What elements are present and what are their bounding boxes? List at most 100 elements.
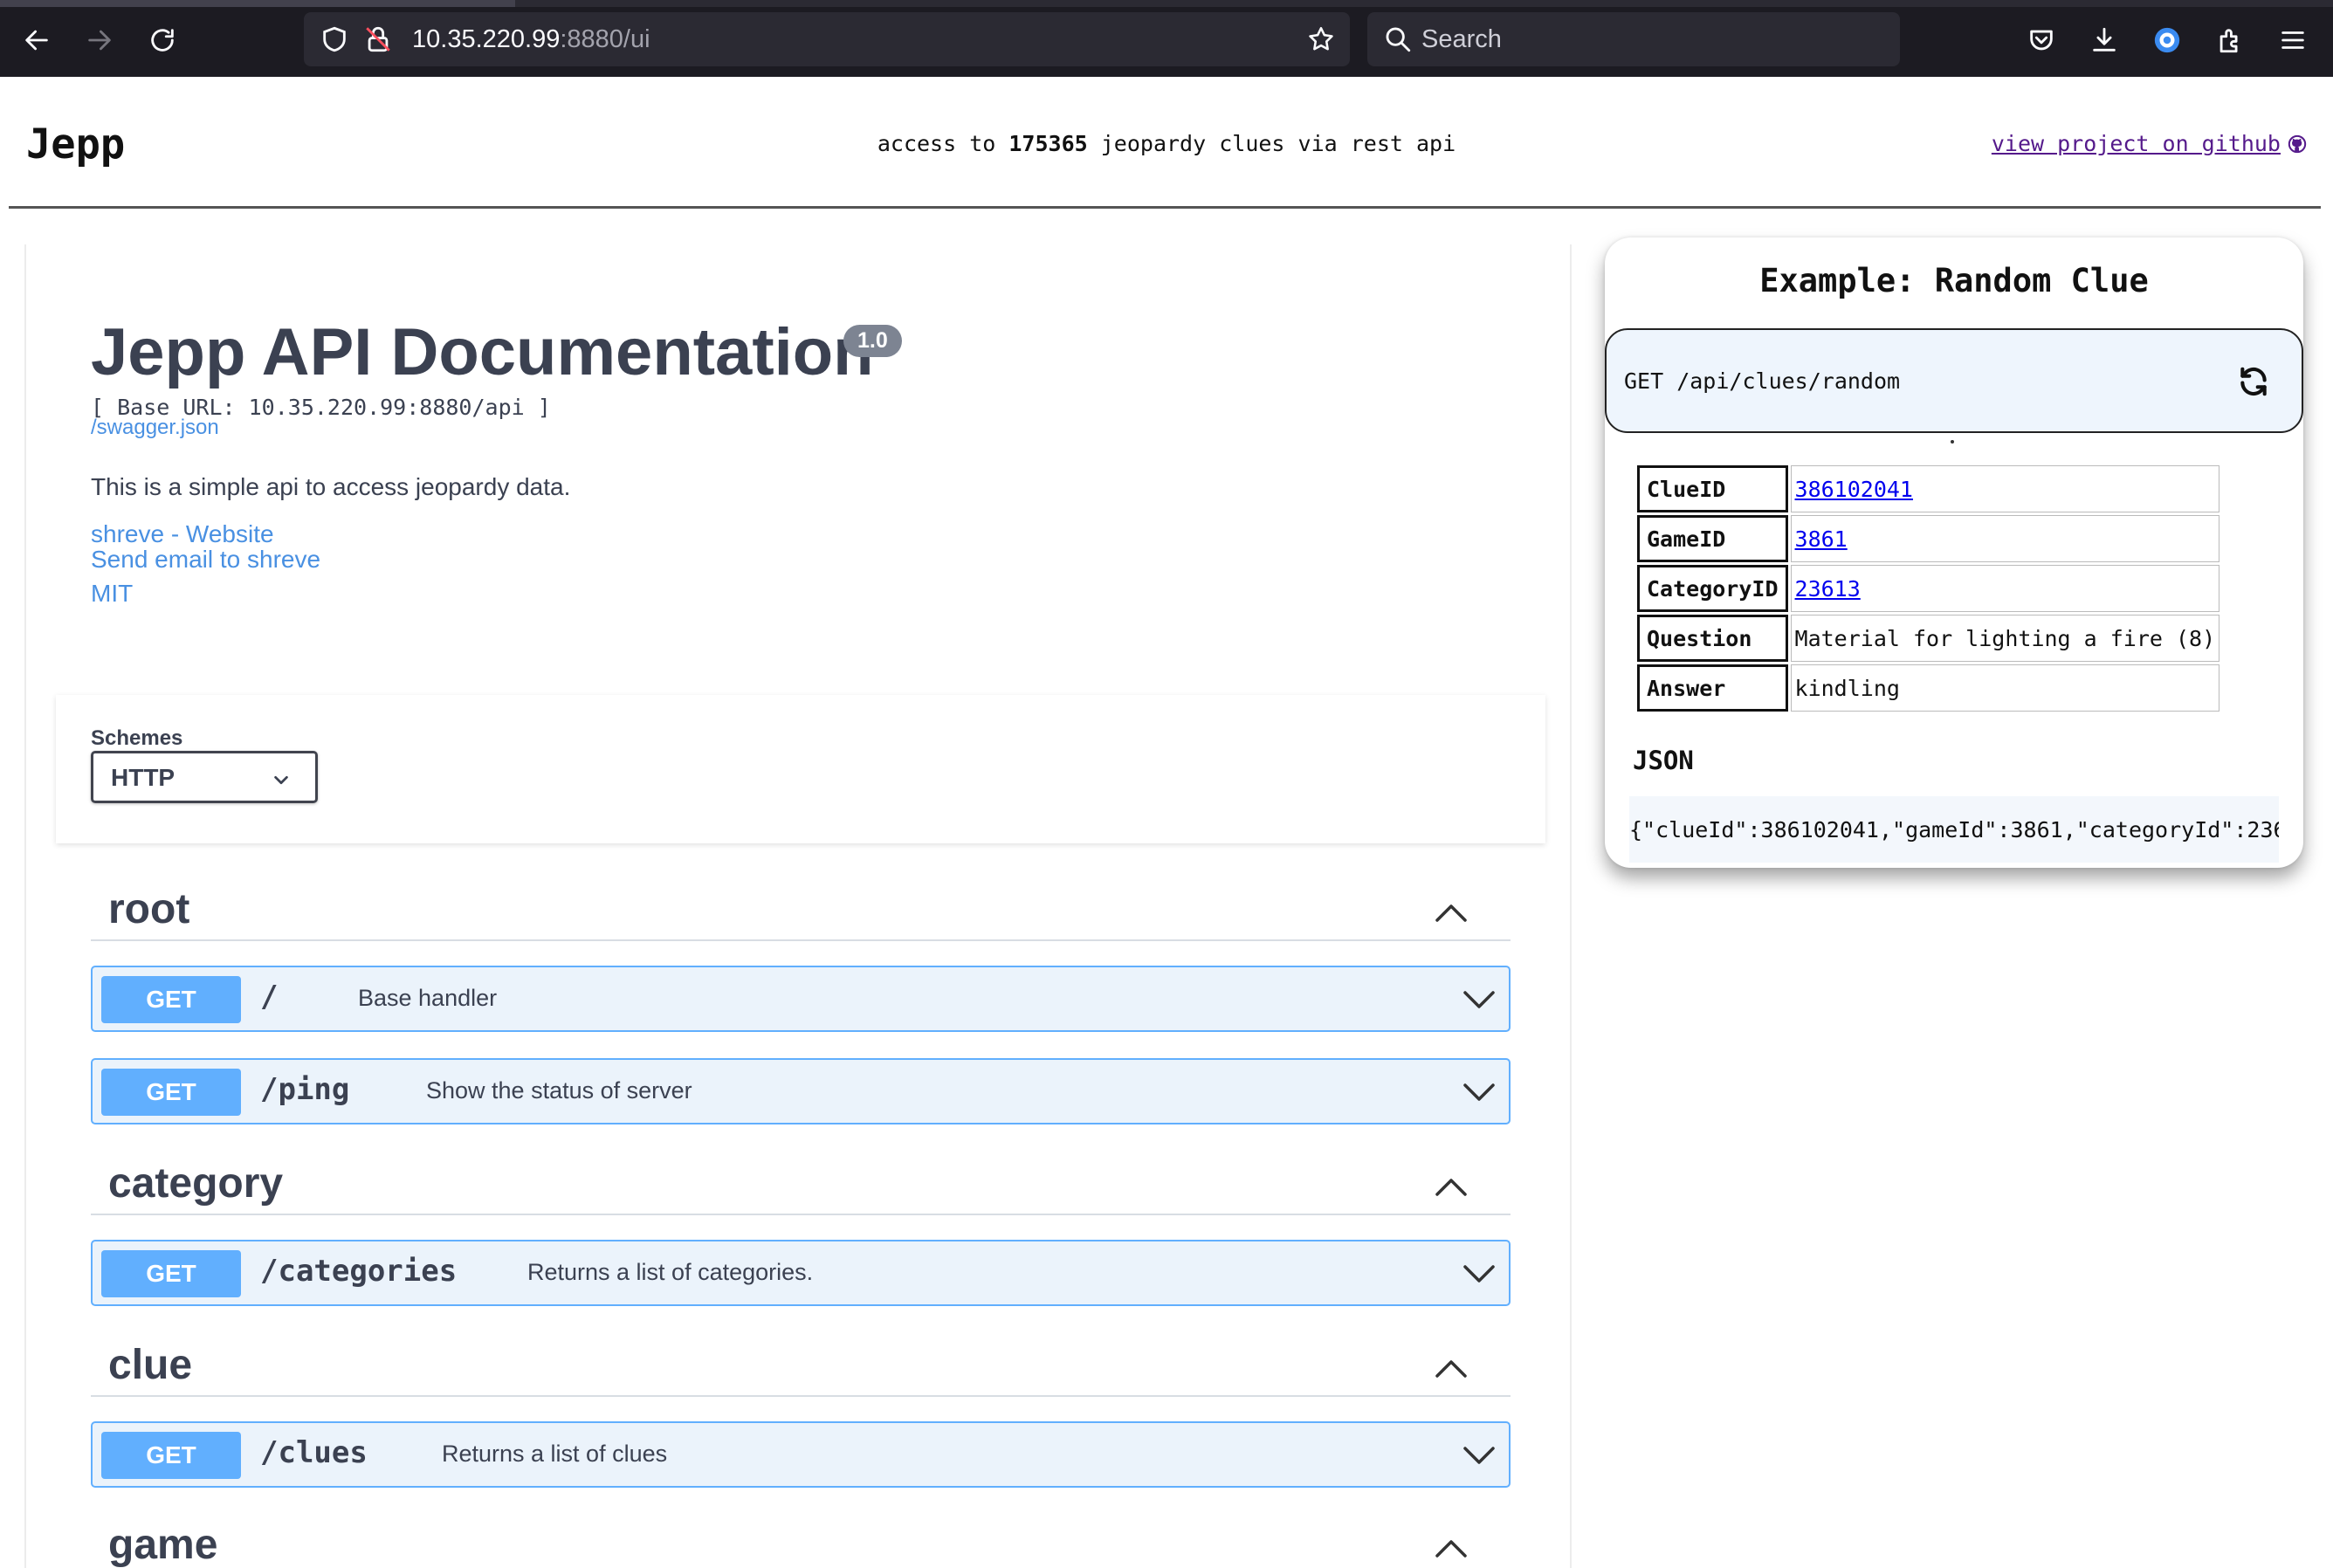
row-value: 386102041: [1790, 465, 2220, 512]
bookmark-star-icon[interactable]: [1306, 24, 1336, 54]
request-bar: GET /api/clues/random: [1605, 328, 2303, 433]
tag-category[interactable]: category: [91, 1154, 1511, 1215]
chevron-up-icon[interactable]: [1434, 1357, 1469, 1379]
operation-path: /: [260, 980, 279, 1014]
schemes-label: Schemes: [91, 726, 183, 750]
game-id-link[interactable]: 3861: [1795, 526, 1848, 552]
schemes-container: Schemes HTTP: [56, 695, 1545, 843]
chevron-down-icon[interactable]: [1462, 1079, 1497, 1105]
shield-icon[interactable]: [320, 24, 349, 54]
method-badge: GET: [101, 1250, 241, 1297]
category-id-link[interactable]: 23613: [1795, 576, 1861, 602]
table-row: ClueID 386102041: [1637, 465, 2220, 512]
table-row: Answer kindling: [1637, 664, 2220, 712]
method-badge: GET: [101, 1432, 241, 1479]
method-badge: GET: [101, 1069, 241, 1116]
row-value: 23613: [1790, 565, 2220, 612]
operation-summary: Returns a list of clues: [442, 1441, 668, 1467]
answer-value: kindling: [1790, 664, 2220, 712]
json-text: {"clueId":386102041,"gameId":3861,"categ…: [1629, 817, 2279, 842]
clue-table: ClueID 386102041 GameID 3861 CategoryID …: [1634, 463, 2222, 714]
clue-id-link[interactable]: 386102041: [1795, 477, 1913, 502]
row-label: GameID: [1637, 515, 1788, 562]
tagline: access to 175365 jeopardy clues via rest…: [0, 131, 2333, 156]
operation-get-categories[interactable]: GET /categories Returns a list of catego…: [91, 1240, 1511, 1306]
license-link[interactable]: MIT: [91, 580, 133, 608]
tagline-prefix: access to: [877, 131, 996, 156]
website-link[interactable]: shreve - Website: [91, 520, 274, 548]
tagline-suffix: jeopardy clues via rest api: [1100, 131, 1456, 156]
browser-toolbar: 10.35.220.99:8880/ui Search: [0, 0, 2333, 77]
search-placeholder: Search: [1421, 25, 1502, 53]
url-host: 10.35.220.99: [412, 25, 561, 53]
tag-name: game: [108, 1522, 218, 1568]
github-link-text: view project on github: [1991, 131, 2281, 156]
email-link[interactable]: Send email to shreve: [91, 546, 320, 574]
operation-summary: Returns a list of categories.: [527, 1259, 814, 1285]
github-icon: [2288, 134, 2307, 154]
tag-game[interactable]: game: [91, 1516, 1511, 1568]
operation-path: /clues: [260, 1435, 368, 1470]
search-bar[interactable]: Search: [1367, 12, 1900, 66]
extensions-icon[interactable]: [2211, 21, 2249, 59]
row-label: Question: [1637, 615, 1788, 662]
tab-strip: [0, 0, 2333, 7]
back-icon[interactable]: [17, 21, 56, 59]
insecure-lock-icon[interactable]: [363, 24, 393, 54]
tag-name: category: [108, 1160, 284, 1207]
account-avatar-icon[interactable]: [2148, 21, 2186, 59]
chevron-down-icon[interactable]: [1462, 987, 1497, 1013]
api-title: Jepp API Documentation: [91, 315, 874, 389]
search-icon: [1386, 27, 1411, 52]
row-value: 3861: [1790, 515, 2220, 562]
table-row: CategoryID 23613: [1637, 565, 2220, 612]
github-link[interactable]: view project on github: [1992, 131, 2307, 156]
operation-get-root[interactable]: GET / Base handler: [91, 966, 1511, 1032]
version-badge: 1.0: [843, 325, 902, 357]
json-heading: JSON: [1633, 746, 1694, 775]
pocket-icon[interactable]: [2022, 21, 2061, 59]
schemes-value: HTTP: [111, 764, 175, 791]
refresh-icon[interactable]: [2237, 365, 2270, 398]
operation-path: /categories: [260, 1254, 458, 1289]
url-port: :8880/ui: [560, 25, 650, 53]
swagger-json-link[interactable]: /swagger.json: [91, 416, 219, 440]
forward-icon[interactable]: [80, 21, 119, 59]
site-header: Jepp access to 175365 jeopardy clues via…: [0, 77, 2333, 210]
schemes-select[interactable]: HTTP: [91, 751, 318, 803]
operation-summary: Show the status of server: [426, 1077, 692, 1104]
row-label: Answer: [1637, 664, 1788, 712]
tag-clue[interactable]: clue: [91, 1336, 1511, 1397]
chevron-down-icon[interactable]: [1462, 1261, 1497, 1287]
chevron-up-icon[interactable]: [1434, 1537, 1469, 1559]
chevron-down-icon[interactable]: [1462, 1442, 1497, 1468]
chevron-down-icon: [274, 775, 288, 785]
question-value: Material for lighting a fire (8): [1790, 615, 2220, 662]
url-bar[interactable]: 10.35.220.99:8880/ui: [304, 12, 1350, 66]
operation-get-clues[interactable]: GET /clues Returns a list of clues: [91, 1421, 1511, 1488]
random-clue-example: Example: Random Clue GET /api/clues/rand…: [1605, 237, 2303, 868]
tag-name: root: [108, 886, 190, 932]
request-text: GET /api/clues/random: [1624, 368, 1901, 394]
chevron-up-icon[interactable]: [1434, 1175, 1469, 1198]
operation-summary: Base handler: [358, 985, 498, 1011]
clue-count: 175365: [1008, 131, 1088, 156]
tag-root[interactable]: root: [91, 880, 1511, 941]
active-tab[interactable]: [0, 0, 515, 7]
tag-name: clue: [108, 1342, 193, 1388]
table-row: Question Material for lighting a fire (8…: [1637, 615, 2220, 662]
menu-icon[interactable]: [2274, 21, 2312, 59]
example-title: Example: Random Clue: [1759, 262, 2149, 299]
row-label: CategoryID: [1637, 565, 1788, 612]
url-text[interactable]: 10.35.220.99:8880/ui: [412, 25, 650, 54]
table-row: GameID 3861: [1637, 515, 2220, 562]
downloads-icon[interactable]: [2085, 21, 2123, 59]
operation-get-ping[interactable]: GET /ping Show the status of server: [91, 1058, 1511, 1124]
separator-dot: [1951, 440, 1954, 444]
json-output[interactable]: {"clueId":386102041,"gameId":3861,"categ…: [1629, 796, 2279, 863]
row-label: ClueID: [1637, 465, 1788, 512]
chevron-up-icon[interactable]: [1434, 901, 1469, 924]
reload-icon[interactable]: [143, 21, 182, 59]
header-divider: [9, 206, 2321, 209]
api-description: This is a simple api to access jeopardy …: [91, 473, 571, 500]
